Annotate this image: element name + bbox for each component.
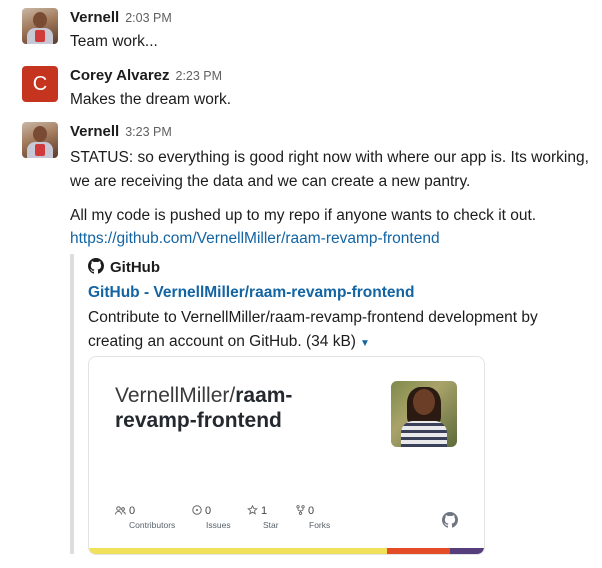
author-name[interactable]: Vernell <box>70 9 119 26</box>
stat-forks: 0 Forks <box>296 505 366 530</box>
unfurl-title[interactable]: GitHub - VernellMiller/raam-revamp-front… <box>88 282 414 304</box>
forks-icon <box>296 505 305 515</box>
avatar[interactable] <box>22 122 58 158</box>
file-size: (34 kB) <box>306 333 356 350</box>
timestamp[interactable]: 3:23 PM <box>125 125 172 139</box>
avatar[interactable] <box>22 8 58 44</box>
stat-contributors: 0 Contributors <box>115 505 185 530</box>
timestamp[interactable]: 2:23 PM <box>176 69 223 83</box>
message-text: Makes the dream work. <box>70 91 232 108</box>
stat-count: 0 <box>205 505 212 517</box>
push-text: All my code is pushed up to my repo if a… <box>70 207 537 224</box>
timestamp[interactable]: 2:03 PM <box>125 11 172 25</box>
author-name[interactable]: Corey Alvarez <box>70 67 170 84</box>
contributors-icon <box>115 506 126 515</box>
unfurl-description: Contribute to VernellMiller/raam-revamp-… <box>88 306 558 356</box>
status-text: STATUS: so everything is good right now … <box>70 149 589 190</box>
repo-preview-card[interactable]: VernellMiller/raam-revamp-frontend 0 Con… <box>88 356 485 555</box>
repo-link[interactable]: https://github.com/VernellMiller/raam-re… <box>70 227 590 251</box>
star-icon <box>247 504 258 515</box>
repo-owner: VernellMiller/ <box>115 384 236 407</box>
avatar[interactable]: C <box>22 66 58 102</box>
github-icon <box>442 512 458 528</box>
stat-count: 0 <box>129 505 136 517</box>
language-bar-segment <box>387 548 450 554</box>
repo-card-title: VernellMiller/raam-revamp-frontend <box>115 383 345 433</box>
owner-avatar <box>391 381 457 447</box>
collapse-caret-icon[interactable]: ▼ <box>360 338 370 349</box>
link-unfurl: GitHub GitHub - VernellMiller/raam-revam… <box>70 254 538 555</box>
github-icon <box>88 258 104 274</box>
message-text: Team work... <box>70 33 158 50</box>
language-bar-segment <box>89 548 387 554</box>
stat-count: 0 <box>308 505 315 517</box>
language-bar-segment <box>450 548 484 554</box>
stat-label: Contributors <box>129 520 176 530</box>
service-name: GitHub <box>110 259 160 276</box>
issues-icon <box>192 505 202 515</box>
stat-count: 1 <box>261 505 268 517</box>
author-name[interactable]: Vernell <box>70 123 119 140</box>
stat-label: Forks <box>309 520 331 530</box>
unfurl-service: GitHub <box>88 258 160 278</box>
